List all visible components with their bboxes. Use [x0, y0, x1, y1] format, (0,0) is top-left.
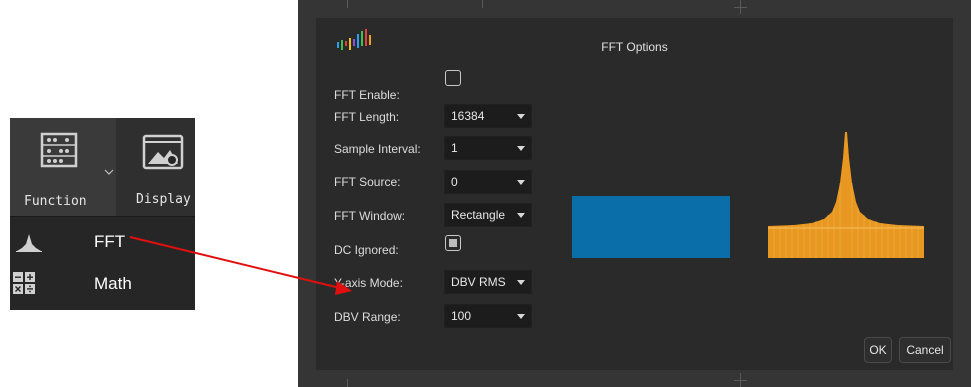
- dropdown-arrow-icon: [517, 114, 525, 119]
- display-label: Display: [136, 192, 191, 207]
- chevron-down-icon[interactable]: [104, 168, 114, 176]
- grid-tick: [734, 7, 747, 8]
- grid-tick: [734, 380, 747, 381]
- fft-length-select[interactable]: 16384: [444, 104, 532, 128]
- fft-length-label: FFT Length:: [334, 110, 400, 124]
- menu-item-math[interactable]: Math: [10, 264, 195, 308]
- menu-item-fft[interactable]: FFT: [10, 222, 195, 266]
- function-button[interactable]: Function: [10, 118, 116, 216]
- fft-enable-label: FFT Enable:: [334, 88, 400, 102]
- fft-window-label: FFT Window:: [334, 209, 406, 223]
- y-axis-mode-label: Y-axis Mode:: [334, 276, 403, 290]
- calculator-icon: [13, 272, 35, 294]
- grid-tick: [482, 0, 483, 8]
- dropdown-arrow-icon: [517, 146, 525, 151]
- fft-window-value: Rectangle: [451, 208, 506, 222]
- spectrum-preview: [768, 132, 924, 258]
- fft-enable-checkbox[interactable]: [445, 70, 461, 86]
- dbv-range-label: DBV Range:: [334, 310, 401, 324]
- menu-item-math-label: Math: [94, 274, 132, 293]
- display-button[interactable]: Display: [128, 118, 195, 216]
- grid-tick: [347, 379, 348, 387]
- fft-source-label: FFT Source:: [334, 175, 401, 189]
- fft-options-dialog: FFT Options FFT Enable: FFT Length: 1638…: [298, 0, 971, 387]
- dbv-range-select[interactable]: 100: [444, 304, 532, 328]
- y-axis-mode-select[interactable]: DBV RMS: [444, 270, 532, 294]
- toolbar-panel: Function Display FFT Math: [10, 118, 195, 310]
- sample-interval-value: 1: [451, 141, 458, 155]
- dc-ignored-label: DC Ignored:: [334, 243, 399, 257]
- dropdown-arrow-icon: [517, 213, 525, 218]
- window-shape-preview: [572, 196, 730, 258]
- abacus-icon: [40, 132, 78, 168]
- display-settings-icon: [142, 134, 184, 170]
- fft-length-value: 16384: [451, 109, 485, 123]
- dc-ignored-checkbox[interactable]: [445, 235, 461, 251]
- sample-interval-label: Sample Interval:: [334, 142, 421, 156]
- cancel-button[interactable]: Cancel: [899, 337, 951, 363]
- dialog-title: FFT Options: [601, 40, 668, 54]
- y-axis-mode-value: DBV RMS: [451, 275, 506, 289]
- ok-button[interactable]: OK: [864, 337, 892, 363]
- dbv-range-value: 100: [451, 309, 472, 323]
- fft-source-value: 0: [451, 175, 458, 189]
- fft-window-select[interactable]: Rectangle: [444, 203, 532, 227]
- dropdown-arrow-icon: [517, 314, 525, 319]
- divider: [10, 216, 195, 217]
- grid-tick: [347, 0, 348, 8]
- fft-source-select[interactable]: 0: [444, 170, 532, 194]
- dropdown-arrow-icon: [517, 280, 525, 285]
- spectrum-icon: [16, 234, 42, 252]
- menu-item-fft-label: FFT: [94, 232, 126, 251]
- dropdown-arrow-icon: [517, 180, 525, 185]
- sample-interval-select[interactable]: 1: [444, 136, 532, 160]
- function-label: Function: [24, 194, 87, 209]
